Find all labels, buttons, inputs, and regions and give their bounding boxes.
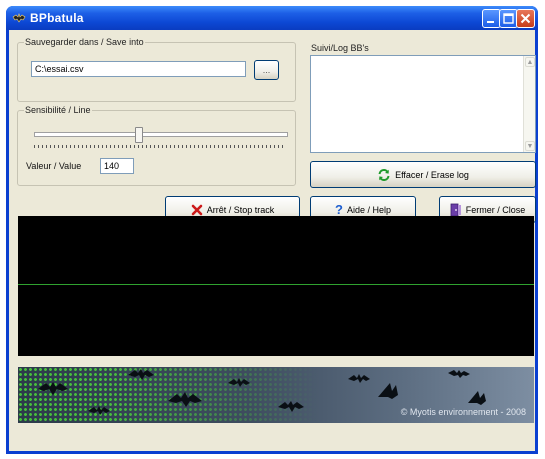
close-app-label: Fermer / Close <box>465 204 526 215</box>
signal-trace <box>18 284 534 285</box>
bat-icon <box>12 11 26 25</box>
stop-track-label: Arrêt / Stop track <box>206 204 275 215</box>
erase-log-button[interactable]: Effacer / Erase log <box>310 161 536 188</box>
save-groupbox: Sauvegarder dans / Save into C:\essai.cs… <box>17 36 296 102</box>
help-label: Aide / Help <box>346 204 391 215</box>
sensitivity-group-label: Sensibilité / Line <box>24 104 92 116</box>
save-path-input[interactable]: C:\essai.csv <box>31 61 246 77</box>
log-group-label: Suivi/Log BB's <box>311 43 369 53</box>
scroll-up-icon[interactable]: ▲ <box>525 57 535 67</box>
log-textarea[interactable]: ▲ ▼ <box>310 55 536 153</box>
question-mark-icon: ? <box>335 202 343 217</box>
exit-door-icon <box>450 203 462 217</box>
red-x-icon <box>191 204 203 216</box>
maximize-icon <box>503 13 514 24</box>
close-window-button[interactable] <box>516 9 535 28</box>
slider-thumb[interactable] <box>135 127 143 143</box>
save-group-label: Sauvegarder dans / Save into <box>24 36 145 48</box>
slider-ticks <box>34 145 286 148</box>
scroll-down-icon[interactable]: ▼ <box>525 141 535 151</box>
copyright-text: © Myotis environnement - 2008 <box>400 407 526 417</box>
browse-button[interactable]: ... <box>254 60 279 80</box>
log-scrollbar[interactable]: ▲ ▼ <box>523 56 535 152</box>
sensitivity-slider[interactable] <box>34 127 288 149</box>
value-label: Valeur / Value <box>26 161 82 171</box>
title-bar[interactable]: BPbatula <box>6 6 538 30</box>
refresh-arrows-icon <box>377 168 391 182</box>
bat-banner-image: © Myotis environnement - 2008 <box>18 367 534 423</box>
minimize-icon <box>487 21 494 23</box>
close-icon <box>520 13 531 24</box>
app-window: BPbatula Sauvegarder dans / Save into C:… <box>6 6 538 454</box>
value-input[interactable]: 140 <box>100 158 134 174</box>
sensitivity-groupbox: Sensibilité / Line Valeur / Value 140 <box>17 104 296 186</box>
slider-track <box>34 132 288 137</box>
window-title: BPbatula <box>30 11 84 25</box>
client-area: Sauvegarder dans / Save into C:\essai.cs… <box>9 30 536 451</box>
signal-display <box>18 216 534 356</box>
erase-log-label: Effacer / Erase log <box>395 169 469 180</box>
